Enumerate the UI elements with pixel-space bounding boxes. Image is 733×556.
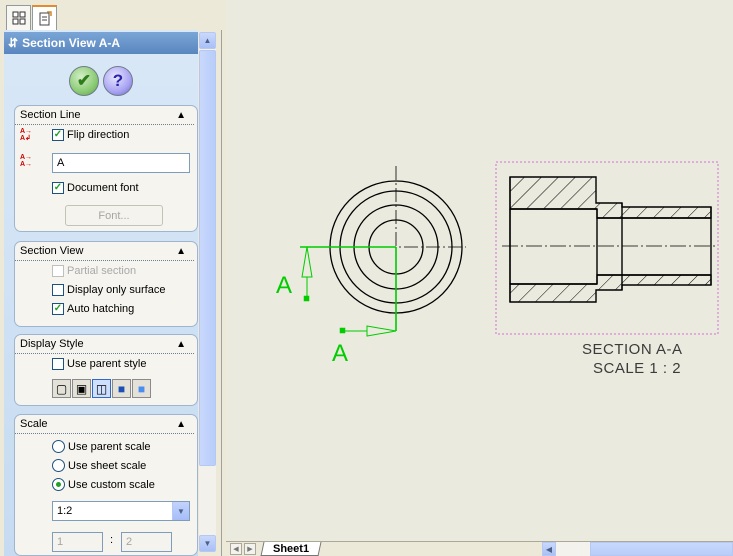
section-view-icon: ⇵ <box>8 36 19 50</box>
property-sheet-icon <box>39 11 52 26</box>
display-only-surface-checkbox[interactable]: Display only surface <box>52 284 165 296</box>
scrollbar-thumb[interactable] <box>199 50 216 466</box>
display-style-title: Display Style <box>20 338 84 350</box>
flip-direction-label: Flip direction <box>67 129 130 141</box>
use-sheet-scale-label: Use sheet scale <box>68 459 147 472</box>
scale-header[interactable]: Scale ▲ <box>15 415 194 434</box>
hidden-lines-visible-icon[interactable]: ▣ <box>72 379 91 398</box>
scale-title: Scale <box>20 418 48 430</box>
collapse-icon: ▲ <box>176 338 186 350</box>
sheet-tab[interactable]: Sheet1 <box>260 542 322 556</box>
horizontal-scrollbar[interactable]: ◀ <box>542 542 733 556</box>
horizontal-scrollbar-thumb[interactable] <box>590 542 733 556</box>
flip-direction-icon: A→ A↲ <box>20 128 33 142</box>
display-style-header[interactable]: Display Style ▲ <box>15 335 194 354</box>
ok-help-buttons: ✔ ? <box>69 66 133 96</box>
scroll-down-icon[interactable]: ▼ <box>199 535 216 552</box>
section-label-input[interactable]: A <box>52 153 190 173</box>
drawing-graphics <box>300 161 719 337</box>
use-parent-style-checkbox[interactable]: Use parent style <box>52 358 146 370</box>
chevron-down-icon: ▼ <box>172 502 189 520</box>
custom-scale-select[interactable]: 1:2 ▼ <box>52 501 190 521</box>
use-custom-scale-radio[interactable]: Use custom scale <box>52 478 155 491</box>
use-parent-scale-radio[interactable]: Use parent scale <box>52 440 151 453</box>
tree-icon <box>12 11 25 25</box>
checkbox-checked-icon: ✓ <box>52 129 64 141</box>
document-font-label: Document font <box>67 182 139 194</box>
use-parent-style-label: Use parent style <box>67 358 147 370</box>
section-line-header[interactable]: Section Line ▲ <box>15 106 194 125</box>
panel-title-bar: ⇵ Section View A-A <box>4 32 198 54</box>
display-style-buttons: ▢ ▣ ◫ ■ ■ <box>52 379 151 398</box>
use-parent-scale-label: Use parent scale <box>68 440 151 453</box>
wireframe-icon[interactable]: ▢ <box>52 379 71 398</box>
checkmark-icon: ✔ <box>76 71 92 90</box>
font-button-label: Font... <box>98 209 130 222</box>
question-icon: ? <box>112 71 124 90</box>
scale-numerator-value: 1 <box>57 536 64 548</box>
property-manager: ⇵ Section View A-A ✔ ? Section Line ▲ A→… <box>0 0 222 556</box>
scale-numerator-input[interactable]: 1 <box>52 532 103 552</box>
auto-hatching-label: Auto hatching <box>67 303 135 315</box>
checkbox-checked-icon: ✓ <box>52 303 64 315</box>
display-style-group: Display Style ▲ Use parent style ▢ ▣ ◫ ■… <box>14 334 198 406</box>
section-view-title: Section View <box>20 245 84 257</box>
flip-direction-checkbox[interactable]: ✓ Flip direction <box>52 129 129 141</box>
section-view <box>502 176 718 303</box>
partial-section-checkbox[interactable]: Partial section <box>52 265 136 277</box>
ok-button[interactable]: ✔ <box>69 66 99 96</box>
section-view-group: Section View ▲ Partial section Display o… <box>14 241 198 327</box>
scroll-left-icon[interactable]: ◀ <box>542 542 556 556</box>
radio-unselected-icon <box>52 440 65 453</box>
panel-title: Section View A-A <box>22 36 121 50</box>
section-caption-line1[interactable]: SECTION A-A <box>582 341 683 358</box>
feature-manager-tab[interactable] <box>6 5 31 30</box>
prev-sheet-icon[interactable]: ◀ <box>230 543 242 555</box>
scale-denominator-input[interactable]: 2 <box>121 532 172 552</box>
display-only-surface-label: Display only surface <box>67 284 166 296</box>
section-line-title: Section Line <box>20 109 81 121</box>
label-icon: A→ A→ <box>20 154 33 168</box>
shaded-icon[interactable]: ■ <box>132 379 151 398</box>
parent-view <box>316 166 466 326</box>
document-font-checkbox[interactable]: ✓ Document font <box>52 182 139 194</box>
section-caption-line2[interactable]: SCALE 1 : 2 <box>593 360 681 377</box>
property-manager-tab[interactable] <box>32 5 57 31</box>
hidden-lines-removed-icon[interactable]: ◫ <box>92 379 111 398</box>
checkbox-unchecked-icon <box>52 265 64 277</box>
collapse-icon: ▲ <box>176 245 186 257</box>
collapse-icon: ▲ <box>176 418 186 430</box>
collapse-icon: ▲ <box>176 109 186 121</box>
panel-scrollbar[interactable]: ▲ ▼ <box>199 32 216 552</box>
checkbox-checked-icon: ✓ <box>52 182 64 194</box>
sheet-tab-bar: ◀ ▶ Sheet1 ◀ <box>226 541 733 556</box>
scale-group: Scale ▲ Use parent scale Use sheet scale… <box>14 414 198 556</box>
property-manager-body: ⇵ Section View A-A ✔ ? Section Line ▲ A→… <box>4 30 198 556</box>
section-view-header[interactable]: Section View ▲ <box>15 242 194 261</box>
manager-tab-bar <box>0 0 222 31</box>
sheet-tab-label: Sheet1 <box>273 542 310 555</box>
use-sheet-scale-radio[interactable]: Use sheet scale <box>52 459 146 472</box>
scale-denominator-value: 2 <box>126 536 133 548</box>
help-button[interactable]: ? <box>103 66 133 96</box>
scale-separator: : <box>110 534 114 546</box>
custom-scale-value: 1:2 <box>57 505 73 517</box>
partial-section-label: Partial section <box>67 265 137 277</box>
use-custom-scale-label: Use custom scale <box>68 478 155 491</box>
section-label-bottom[interactable]: A <box>332 340 349 368</box>
font-button[interactable]: Font... <box>65 205 163 226</box>
scroll-up-icon[interactable]: ▲ <box>199 32 216 49</box>
section-label-left[interactable]: A <box>276 272 293 300</box>
drawing-sheet[interactable]: A A SECTION A-A SCALE 1 : 2 <box>226 0 733 541</box>
next-sheet-icon[interactable]: ▶ <box>244 543 256 555</box>
checkbox-unchecked-icon <box>52 284 64 296</box>
radio-selected-icon <box>52 478 65 491</box>
shaded-with-edges-icon[interactable]: ■ <box>112 379 131 398</box>
section-line-group: Section Line ▲ A→ A↲ ✓ Flip direction A→ A… <box>14 105 198 232</box>
checkbox-unchecked-icon <box>52 358 64 370</box>
auto-hatching-checkbox[interactable]: ✓ Auto hatching <box>52 303 134 315</box>
section-label-value: A <box>57 157 65 169</box>
radio-unselected-icon <box>52 459 65 472</box>
